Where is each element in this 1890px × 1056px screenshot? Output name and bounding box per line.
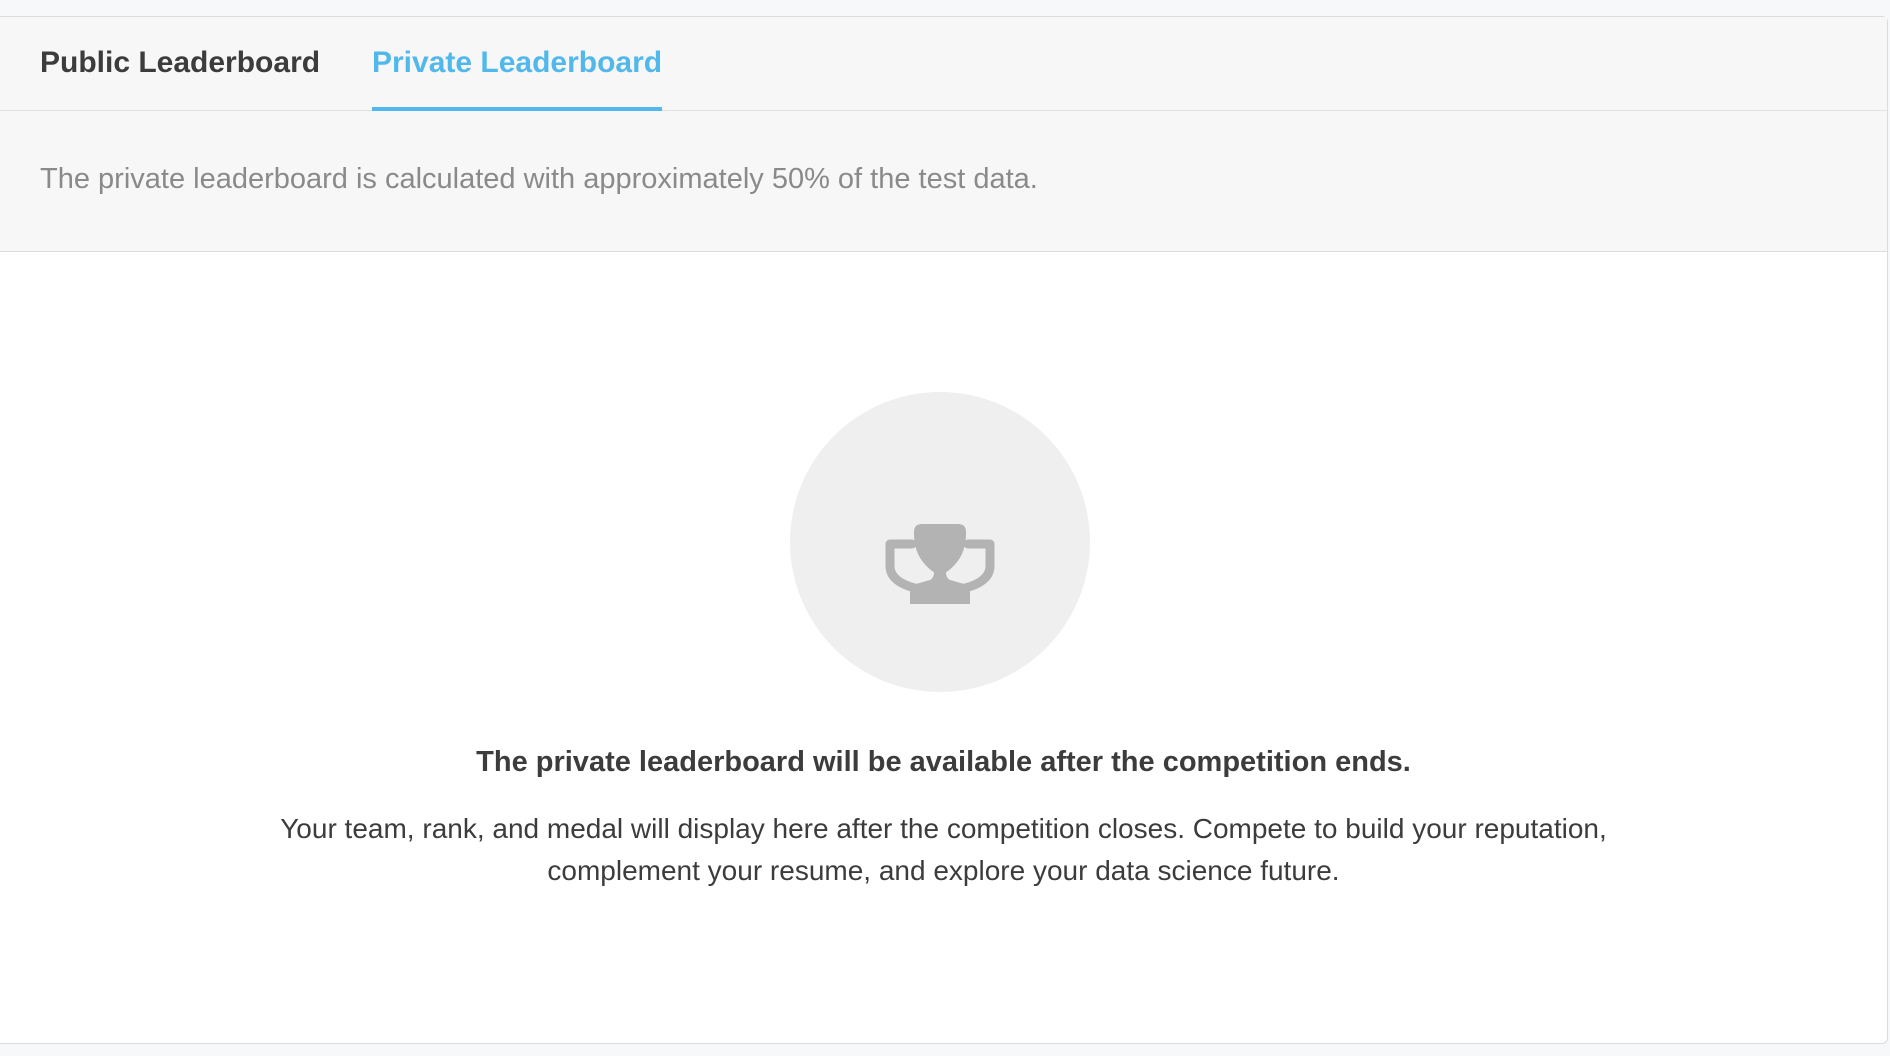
empty-state-title: The private leaderboard will be availabl… <box>476 746 1411 778</box>
leaderboard-tabs: Public Leaderboard Private Leaderboard <box>0 17 1887 111</box>
tab-private-leaderboard[interactable]: Private Leaderboard <box>372 17 663 111</box>
tab-public-leaderboard[interactable]: Public Leaderboard <box>40 17 320 111</box>
tab-public-leaderboard-label: Public Leaderboard <box>40 46 321 79</box>
empty-state-description-line-2: complement your resume, and explore your… <box>547 855 1340 886</box>
trophy-icon <box>885 524 995 604</box>
leaderboard-info-bar: The private leaderboard is calculated wi… <box>0 111 1887 252</box>
tab-private-leaderboard-label: Private Leaderboard <box>372 46 663 79</box>
empty-state: The private leaderboard will be availabl… <box>0 252 1887 1042</box>
leaderboard-info-text: The private leaderboard is calculated wi… <box>40 163 1038 195</box>
leaderboard-panel: Public Leaderboard Private Leaderboard T… <box>0 16 1888 1044</box>
active-tab-indicator <box>372 107 663 111</box>
trophy-badge <box>790 392 1090 692</box>
empty-state-description: Your team, rank, and medal will display … <box>200 808 1687 892</box>
empty-state-description-line-1: Your team, rank, and medal will display … <box>280 813 1607 844</box>
